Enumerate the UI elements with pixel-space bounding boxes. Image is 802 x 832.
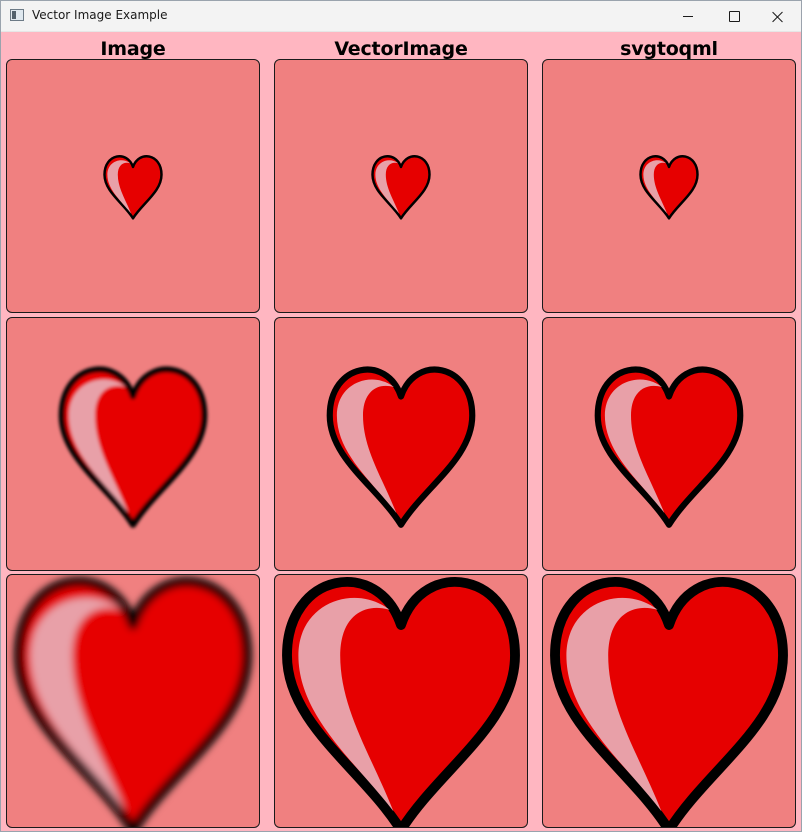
heart-icon bbox=[58, 366, 208, 528]
heart-cell-vectorimage-row-3 bbox=[274, 574, 528, 828]
heart-cell-vectorimage-row-2 bbox=[274, 317, 528, 571]
minimize-icon bbox=[683, 16, 693, 17]
heart-cell-image-row-3 bbox=[6, 574, 260, 828]
heart-cell-image-row-1 bbox=[6, 59, 260, 313]
maximize-button[interactable] bbox=[711, 1, 757, 32]
column-title-vectorimage: VectorImage bbox=[334, 38, 468, 60]
heart-icon bbox=[326, 366, 476, 528]
title-bar[interactable]: Vector Image Example bbox=[1, 1, 801, 32]
app-window: Vector Image Example Image VectorImage s… bbox=[0, 0, 802, 832]
heart-icon bbox=[103, 155, 163, 220]
column-title-image: Image bbox=[100, 38, 166, 60]
heart-cell-vectorimage-row-1 bbox=[274, 59, 528, 313]
column-title-svgtoqml: svgtoqml bbox=[620, 38, 718, 60]
app-window-icon bbox=[10, 9, 24, 21]
close-button[interactable] bbox=[755, 1, 801, 32]
content-area: Image VectorImage svgtoqml bbox=[1, 32, 801, 831]
heart-cell-image-row-2 bbox=[6, 317, 260, 571]
maximize-icon bbox=[728, 11, 740, 22]
window-title: Vector Image Example bbox=[32, 8, 168, 22]
heart-icon bbox=[282, 577, 520, 827]
heart-icon bbox=[14, 577, 252, 827]
minimize-button[interactable] bbox=[665, 1, 711, 32]
heart-icon bbox=[639, 155, 699, 220]
close-icon bbox=[772, 11, 784, 23]
heart-cell-svgtoqml-row-3 bbox=[542, 574, 796, 828]
heart-icon bbox=[371, 155, 431, 220]
heart-cell-svgtoqml-row-1 bbox=[542, 59, 796, 313]
heart-icon bbox=[594, 366, 744, 528]
heart-cell-svgtoqml-row-2 bbox=[542, 317, 796, 571]
heart-icon bbox=[550, 577, 788, 827]
